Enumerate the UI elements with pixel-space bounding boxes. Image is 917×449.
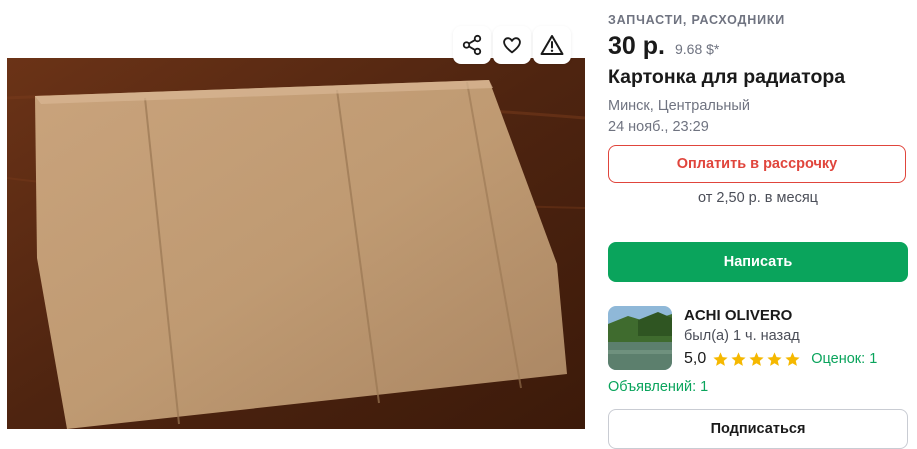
listing-title: Картонка для радиатора <box>608 66 846 88</box>
rating-stars <box>712 351 801 368</box>
price-usd: 9.68 $* <box>674 41 720 57</box>
star-icon <box>731 351 746 366</box>
posted-date: 24 нояб., 23:29 <box>608 119 709 135</box>
cardboard-photo <box>7 58 585 429</box>
favorite-button[interactable] <box>493 26 531 64</box>
star-icon <box>767 351 782 366</box>
seller-ads-link[interactable]: Объявлений: 1 <box>608 379 708 395</box>
rating-value: 5,0 <box>684 350 707 367</box>
star-icon <box>749 351 764 366</box>
subscribe-button[interactable]: Подписаться <box>608 409 908 449</box>
price-row: 30 р. 9.68 $* <box>608 32 719 61</box>
listing-photo[interactable]: kufar <box>7 58 585 429</box>
write-message-button[interactable]: Написать <box>608 242 908 282</box>
star-icon <box>785 351 800 366</box>
reviews-link[interactable]: Оценок: 1 <box>811 351 877 367</box>
location: Минск, Центральный <box>608 98 750 114</box>
installment-button[interactable]: Оплатить в рассрочку <box>608 145 906 183</box>
star-icon <box>713 351 728 366</box>
seller-name[interactable]: ACHI OLIVERO <box>684 307 792 324</box>
installment-note: от 2,50 р. в месяц <box>698 190 818 206</box>
seller-last-seen: был(а) 1 ч. назад <box>684 328 800 344</box>
warning-icon <box>540 35 564 55</box>
share-icon <box>462 34 482 56</box>
seller-avatar[interactable] <box>608 306 672 370</box>
seller-rating: 5,0 Оценок: 1 <box>684 350 877 368</box>
category-label[interactable]: ЗАПЧАСТИ, РАСХОДНИКИ <box>608 13 785 27</box>
avatar-image <box>608 306 672 370</box>
report-button[interactable] <box>533 26 571 64</box>
heart-icon <box>503 37 521 54</box>
price: 30 р. <box>608 32 665 60</box>
share-button[interactable] <box>453 26 491 64</box>
